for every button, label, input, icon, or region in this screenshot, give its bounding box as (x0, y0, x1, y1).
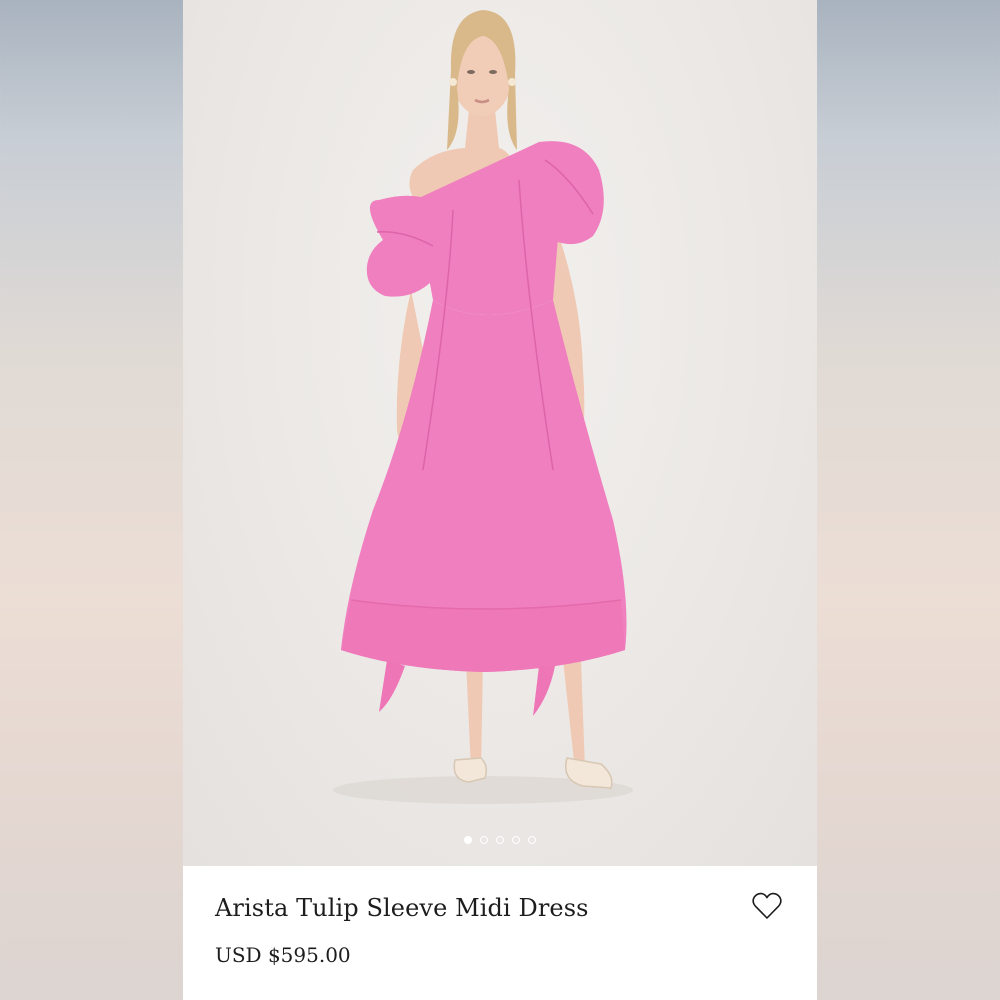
carousel-dot[interactable] (480, 836, 488, 844)
product-title[interactable]: Arista Tulip Sleeve Midi Dress (215, 894, 589, 922)
dress-illustration (333, 10, 633, 804)
carousel-dot[interactable] (528, 836, 536, 844)
background-left (0, 0, 183, 1000)
product-price: USD $595.00 (215, 943, 351, 967)
product-image[interactable] (183, 0, 817, 866)
carousel-dot[interactable] (464, 836, 472, 844)
wishlist-button[interactable] (749, 890, 785, 924)
product-info: Arista Tulip Sleeve Midi Dress USD $595.… (183, 866, 817, 1000)
carousel-dot[interactable] (496, 836, 504, 844)
product-card: Arista Tulip Sleeve Midi Dress USD $595.… (183, 0, 817, 1000)
carousel-dot[interactable] (512, 836, 520, 844)
heart-outline-icon (752, 892, 782, 923)
carousel-dots (183, 836, 817, 848)
background-right (817, 0, 1000, 1000)
